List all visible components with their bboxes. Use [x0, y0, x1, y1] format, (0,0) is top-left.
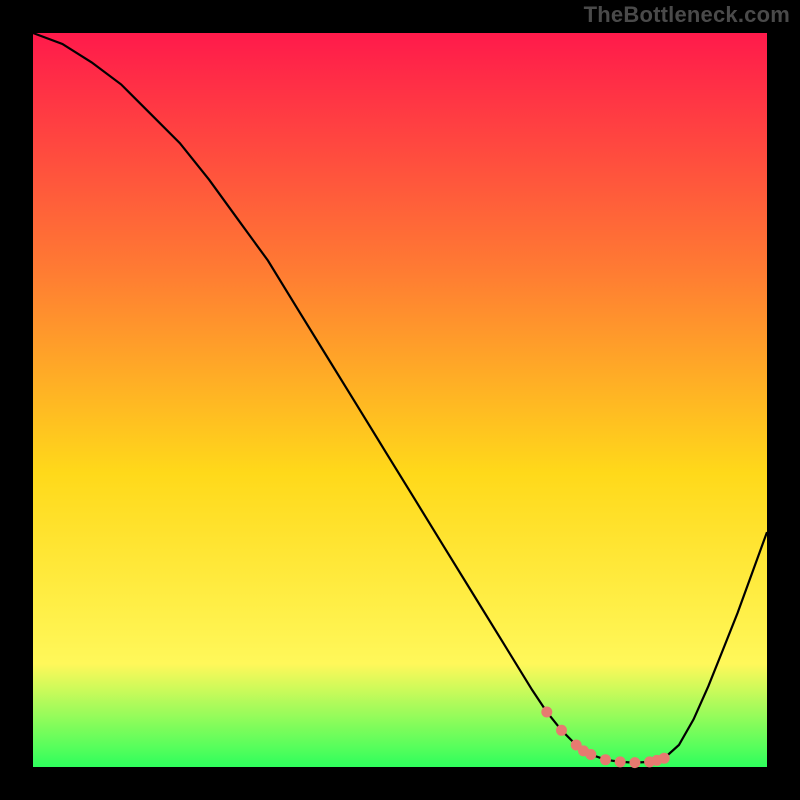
- chart-frame: TheBottleneck.com: [0, 0, 800, 800]
- bottleneck-chart: [0, 0, 800, 800]
- marker-point: [629, 757, 640, 768]
- marker-point: [659, 753, 670, 764]
- marker-point: [615, 756, 626, 767]
- watermark-text: TheBottleneck.com: [584, 2, 790, 28]
- marker-point: [585, 749, 596, 760]
- marker-point: [600, 754, 611, 765]
- plot-gradient-background: [33, 33, 767, 767]
- marker-point: [541, 707, 552, 718]
- marker-point: [556, 725, 567, 736]
